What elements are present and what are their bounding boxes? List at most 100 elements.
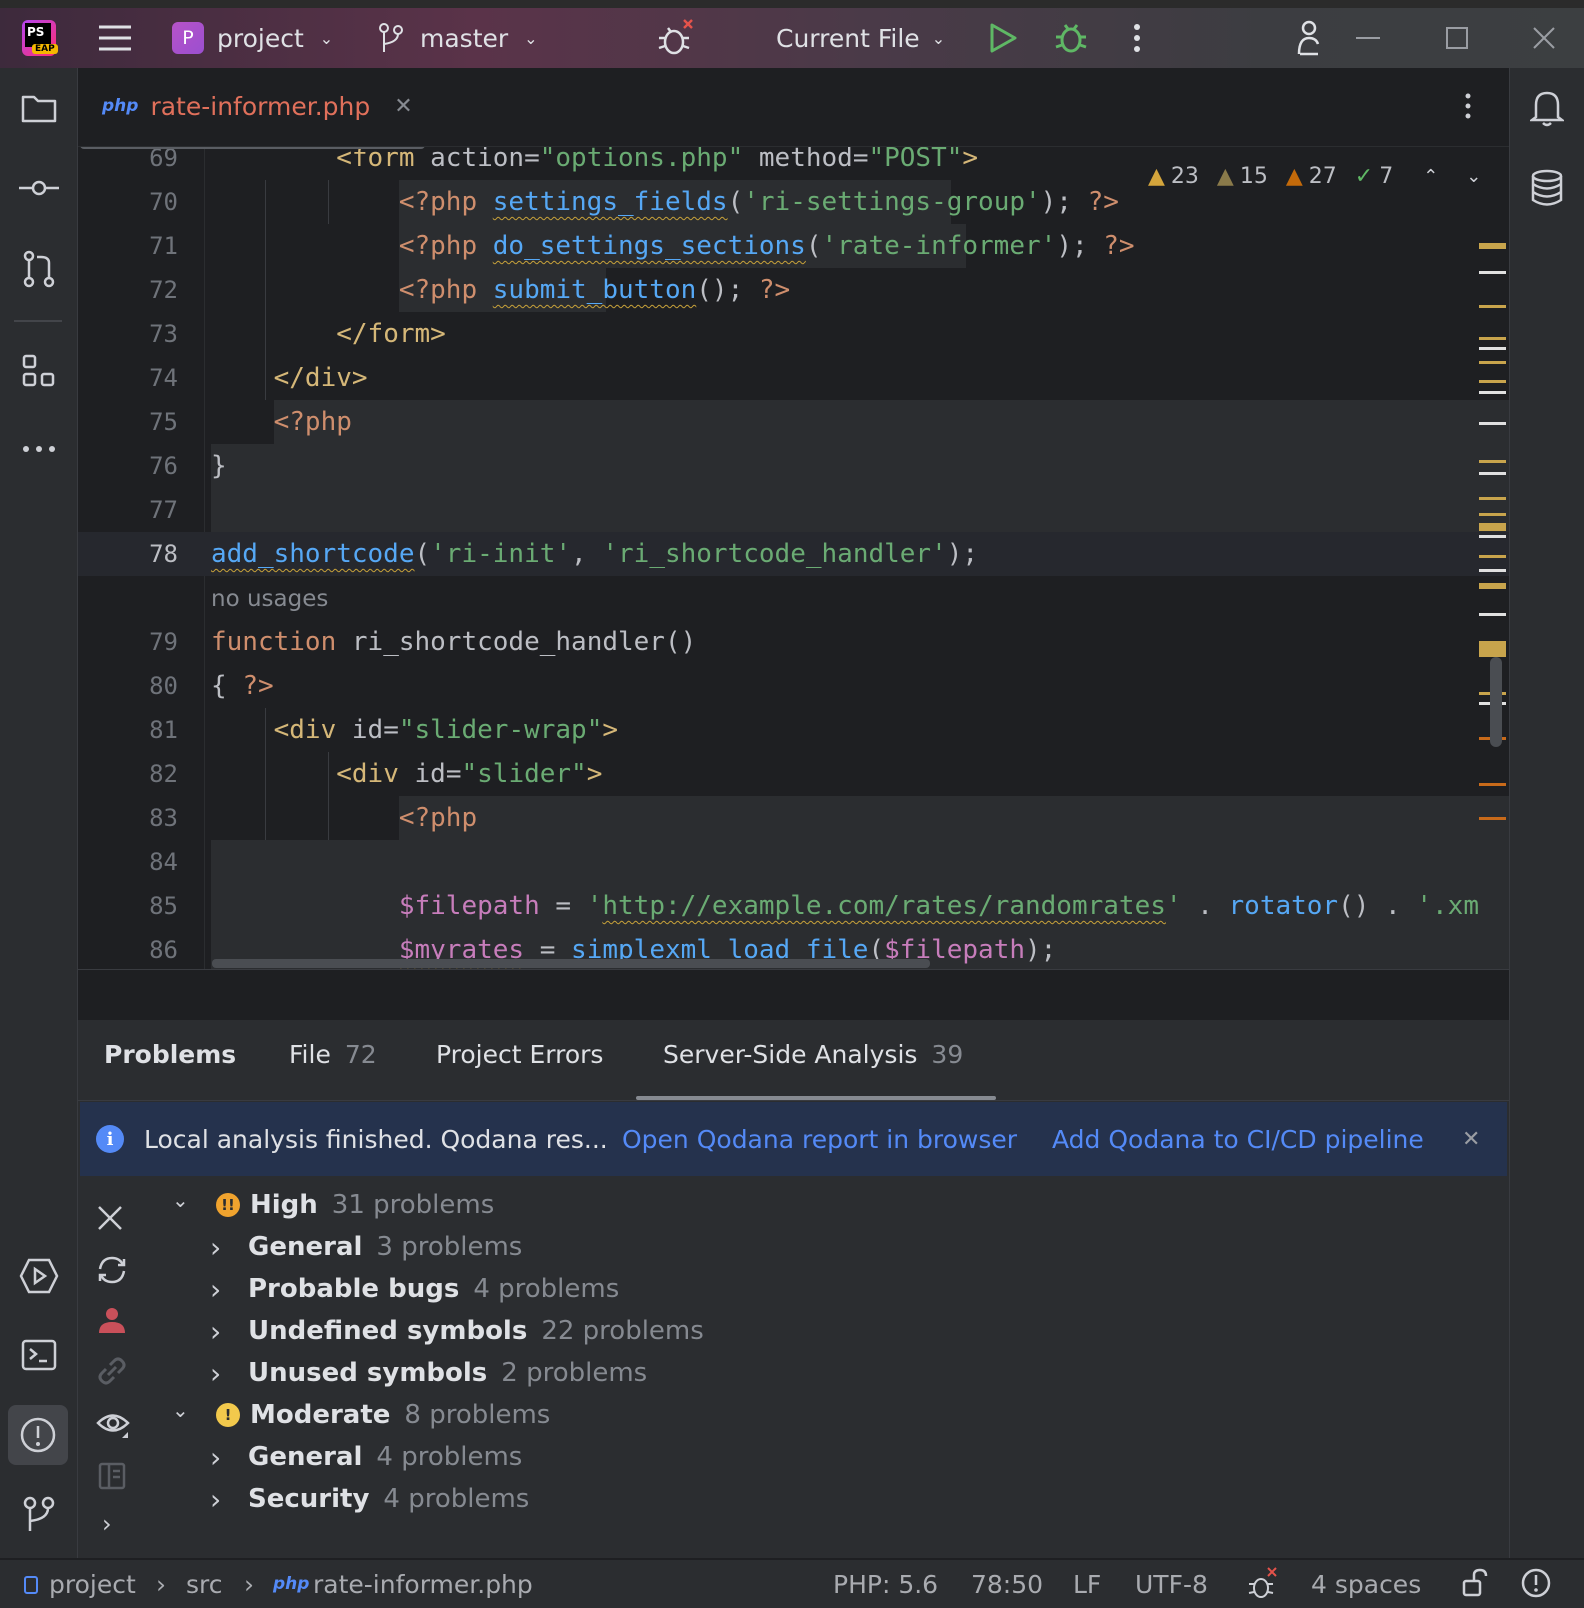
commit-icon[interactable] <box>17 166 61 210</box>
problem-category[interactable]: › Unused symbols 2 problems <box>210 1352 647 1394</box>
code-line[interactable]: 83 <?php <box>78 796 1509 840</box>
indent-setting[interactable]: 4 spaces <box>1311 1570 1421 1599</box>
expand-more-icon[interactable]: › <box>102 1510 112 1538</box>
code-token: ( <box>727 187 744 217</box>
tab-project-errors[interactable]: Project Errors <box>436 1040 603 1069</box>
code-editor[interactable]: 69 <form action="options.php" method="PO… <box>78 146 1509 969</box>
run-tool-icon[interactable] <box>17 1254 61 1298</box>
preview-eye-icon[interactable] <box>96 1410 130 1444</box>
structure-icon[interactable] <box>17 349 61 393</box>
debug-disabled-icon[interactable] <box>1246 1566 1280 1608</box>
code-line[interactable]: 76} <box>78 444 1509 488</box>
run-icon[interactable] <box>988 16 1018 60</box>
indent-guide <box>265 180 266 400</box>
code-line[interactable]: 80 { ?> <box>78 664 1509 708</box>
chevron-right-icon[interactable]: › <box>210 1231 248 1264</box>
run-config-selector[interactable]: Current File ⌄ <box>776 16 945 60</box>
right-tool-strip <box>1509 68 1584 1558</box>
chevron-right-icon[interactable]: › <box>210 1483 248 1516</box>
git-icon[interactable] <box>17 1492 61 1536</box>
minimize-button[interactable] <box>1356 16 1380 60</box>
chevron-right-icon[interactable]: › <box>210 1315 248 1348</box>
tab-file[interactable]: File 72 <box>289 1040 377 1069</box>
code-line[interactable]: 74 </div> <box>78 356 1509 400</box>
horizontal-scrollbar-top[interactable] <box>80 147 425 149</box>
more-actions-icon[interactable] <box>1132 16 1142 60</box>
close-icon[interactable] <box>96 1204 124 1236</box>
code-token: <form <box>336 146 431 173</box>
main-menu-icon[interactable] <box>98 16 132 60</box>
debug-disabled-icon[interactable] <box>656 16 698 60</box>
previous-problem-icon[interactable]: ⌃ <box>1423 166 1438 187</box>
server-warning-count: 27 <box>1308 163 1337 189</box>
next-problem-icon[interactable]: ⌄ <box>1466 166 1481 187</box>
chevron-down-icon[interactable]: ⌄ <box>172 1188 216 1212</box>
tab-rate-informer[interactable]: php rate-informer.php ✕ <box>102 86 413 126</box>
code-vision-hint[interactable]: no usages <box>78 576 1509 620</box>
code-line[interactable]: 85 $filepath = 'http://example.com/rates… <box>78 884 1509 928</box>
problem-category[interactable]: › General 3 problems <box>210 1226 522 1268</box>
code-line[interactable]: 84 <box>78 840 1509 884</box>
notifications-bell-icon[interactable] <box>1525 86 1569 130</box>
unlocked-icon[interactable] <box>1462 1568 1490 1604</box>
caret-position[interactable]: 78:50 <box>971 1570 1043 1599</box>
link-icon[interactable] <box>98 1357 126 1389</box>
code-with-me-icon[interactable] <box>1294 16 1322 60</box>
severity-group[interactable]: ⌄! Moderate 8 problems <box>172 1394 550 1436</box>
code-line[interactable]: 78 add_shortcode('ri-init', 'ri_shortcode… <box>78 532 1509 576</box>
severity-group[interactable]: ⌄!! High 31 problems <box>172 1184 494 1226</box>
code-line[interactable]: 77 <box>78 488 1509 532</box>
line-ending[interactable]: LF <box>1073 1570 1101 1599</box>
close-window-button[interactable] <box>1533 16 1555 60</box>
problem-category[interactable]: › General 4 problems <box>210 1436 522 1478</box>
chevron-right-icon[interactable]: › <box>210 1441 248 1474</box>
file-encoding[interactable]: UTF-8 <box>1135 1570 1208 1599</box>
code-line[interactable]: 71 <?php do_settings_sections('rate-info… <box>78 224 1509 268</box>
terminal-icon[interactable] <box>17 1333 61 1377</box>
problem-category[interactable]: › Probable bugs 4 problems <box>210 1268 619 1310</box>
problems-tool-button[interactable] <box>8 1405 68 1465</box>
maximize-button[interactable] <box>1446 16 1468 60</box>
code-line[interactable]: 82 <div id="slider"> <box>78 752 1509 796</box>
breadcrumb-project[interactable]: project <box>49 1570 136 1599</box>
code-line[interactable]: 75 <?php <box>78 400 1509 444</box>
code-token: = <box>383 715 399 745</box>
debug-icon[interactable] <box>1054 16 1088 60</box>
code-line[interactable]: 81 <div id="slider-wrap"> <box>78 708 1509 752</box>
inspection-widget[interactable]: ▲ 23 ▲ 15 ▲ 27 ✓ 7 ⌃ ⌄ <box>1148 159 1482 193</box>
code-token: function <box>211 627 352 657</box>
tab-server-side-analysis[interactable]: Server-Side Analysis 39 <box>663 1040 963 1069</box>
problem-category[interactable]: › Security 4 problems <box>210 1478 529 1520</box>
open-qodana-report-link[interactable]: Open Qodana report in browser <box>622 1125 1017 1154</box>
chevron-right-icon[interactable]: › <box>210 1357 248 1390</box>
breadcrumb-src[interactable]: src <box>186 1570 223 1599</box>
pull-requests-icon[interactable] <box>17 247 61 291</box>
code-line[interactable]: 79 function ri_shortcode_handler() <box>78 620 1509 664</box>
problem-count: 3 problems <box>376 1232 523 1262</box>
problem-category[interactable]: › Undefined symbols 22 problems <box>210 1310 704 1352</box>
php-version[interactable]: PHP: 5.6 <box>833 1570 938 1599</box>
vertical-scrollbar[interactable] <box>1490 657 1502 747</box>
code-line[interactable]: 73 </form> <box>78 312 1509 356</box>
user-icon[interactable] <box>98 1306 126 1338</box>
code-line[interactable]: 72 <?php submit_button(); ?> <box>78 268 1509 312</box>
more-tools-icon[interactable] <box>17 427 61 471</box>
app-logo[interactable]: PS EAP <box>22 16 58 60</box>
project-switcher[interactable]: P project ⌄ <box>172 16 333 60</box>
details-panel-icon[interactable] <box>98 1462 126 1494</box>
refresh-icon[interactable] <box>96 1255 128 1289</box>
php-file-icon: php <box>102 96 139 116</box>
horizontal-scrollbar[interactable] <box>212 959 930 968</box>
add-qodana-pipeline-link[interactable]: Add Qodana to CI/CD pipeline <box>1052 1125 1424 1154</box>
chevron-right-icon[interactable]: › <box>210 1273 248 1306</box>
close-banner-icon[interactable]: ✕ <box>1462 1127 1480 1152</box>
database-icon[interactable] <box>1525 166 1569 210</box>
breadcrumb-file[interactable]: rate-informer.php <box>313 1570 533 1599</box>
project-folder-icon[interactable] <box>17 86 61 130</box>
branch-switcher[interactable]: master ⌄ <box>378 16 538 60</box>
chevron-down-icon[interactable]: ⌄ <box>172 1398 216 1422</box>
close-tab-icon[interactable]: ✕ <box>394 94 412 119</box>
tab-options-icon[interactable] <box>1464 92 1472 124</box>
code-token: <?php <box>398 803 478 833</box>
problems-status-icon[interactable] <box>1521 1568 1551 1604</box>
